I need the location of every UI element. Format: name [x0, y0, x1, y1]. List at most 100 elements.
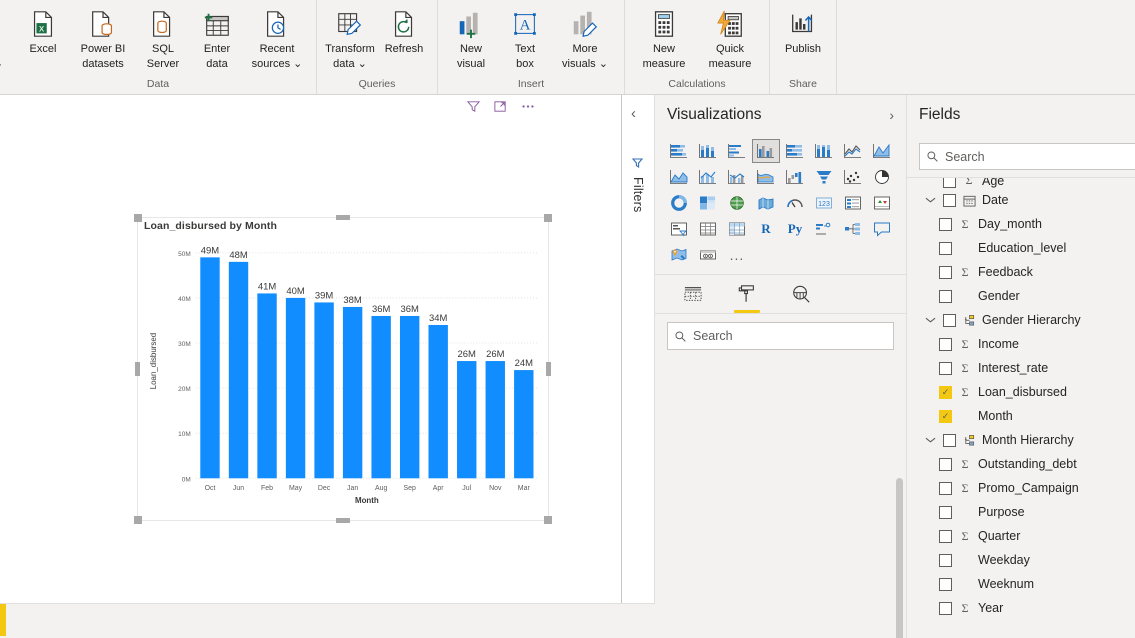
table-icon[interactable] — [694, 217, 722, 241]
kpi-icon[interactable] — [868, 191, 896, 215]
clustered-bar-chart-icon[interactable] — [723, 139, 751, 163]
100-percent-stacked-bar-chart-icon[interactable] — [781, 139, 809, 163]
filled-map-icon[interactable] — [752, 191, 780, 215]
gauge-icon[interactable] — [781, 191, 809, 215]
arcgis-maps-icon[interactable] — [665, 243, 693, 267]
chart-bar[interactable] — [371, 316, 390, 478]
field-row-age[interactable]: ΣAge — [907, 178, 1135, 188]
resize-handle-middle-right[interactable] — [546, 362, 551, 376]
field-row-date[interactable]: Date — [907, 188, 1135, 212]
filters-pane-collapsed[interactable]: ‹ Filters — [622, 95, 655, 603]
ribbon-chart-icon[interactable] — [752, 165, 780, 189]
field-row-day-month[interactable]: ΣDay_month — [907, 212, 1135, 236]
field-checkbox[interactable] — [939, 242, 952, 255]
field-checkbox[interactable] — [943, 314, 956, 327]
field-row-month-hierarchy[interactable]: Month Hierarchy — [907, 428, 1135, 452]
report-canvas[interactable]: Loan_disbursed by Month 0M10M20M30M40M50… — [0, 95, 622, 603]
stacked-area-chart-icon[interactable] — [665, 165, 693, 189]
chart-bar[interactable] — [257, 293, 276, 478]
map-icon[interactable] — [723, 191, 751, 215]
field-checkbox[interactable] — [939, 338, 952, 351]
field-checkbox[interactable] — [939, 290, 952, 303]
fields-search-input[interactable]: Search — [919, 143, 1135, 170]
field-row-loan-disbursed[interactable]: ✓ΣLoan_disbursed — [907, 380, 1135, 404]
field-row-weeknum[interactable]: Weeknum — [907, 572, 1135, 596]
ribbon-button-quick-measure[interactable]: Quickmeasure — [697, 4, 763, 70]
python-visual-icon[interactable]: Py — [781, 217, 809, 241]
field-checkbox[interactable] — [939, 578, 952, 591]
chart-bar[interactable] — [486, 361, 505, 478]
chart-bar[interactable] — [343, 307, 362, 478]
field-checkbox[interactable] — [939, 506, 952, 519]
clustered-column-chart-icon[interactable] — [752, 139, 780, 163]
field-checkbox[interactable]: ✓ — [939, 410, 952, 423]
ribbon-button-excel[interactable]: xExcel — [16, 4, 70, 56]
chevron-down-icon[interactable] — [923, 196, 937, 204]
chart-bar[interactable] — [400, 316, 419, 478]
chart-bar[interactable] — [457, 361, 476, 478]
fields-tab[interactable] — [677, 281, 709, 311]
analytics-tab[interactable] — [785, 281, 817, 311]
ribbon-button-powerbi-datasets[interactable]: Power BIdatasets — [70, 4, 136, 70]
field-checkbox[interactable] — [939, 602, 952, 615]
resize-handle-bottom-left[interactable] — [134, 516, 142, 524]
resize-handle-top-left[interactable] — [134, 214, 142, 222]
field-checkbox[interactable] — [939, 218, 952, 231]
field-row-income[interactable]: ΣIncome — [907, 332, 1135, 356]
chart-bar[interactable] — [429, 325, 448, 478]
chart-bar[interactable] — [286, 298, 305, 478]
field-checkbox[interactable] — [939, 266, 952, 279]
ribbon-button-more-visuals[interactable]: Morevisuals ⌄ — [552, 4, 618, 70]
field-checkbox[interactable] — [939, 482, 952, 495]
chart-bar[interactable] — [314, 302, 333, 478]
ribbon-button-enter-data[interactable]: Enterdata — [190, 4, 244, 70]
field-row-feedback[interactable]: ΣFeedback — [907, 260, 1135, 284]
chart-bar[interactable] — [514, 370, 533, 478]
field-checkbox[interactable] — [943, 434, 956, 447]
chart-bar[interactable] — [229, 262, 248, 478]
field-checkbox[interactable] — [943, 194, 956, 207]
format-tab[interactable] — [731, 281, 763, 311]
field-row-gender[interactable]: Gender — [907, 284, 1135, 308]
field-row-outstanding-debt[interactable]: ΣOutstanding_debt — [907, 452, 1135, 476]
more-visuals-ellipsis-icon[interactable]: ... — [723, 243, 751, 267]
r-script-visual-icon[interactable]: R — [752, 217, 780, 241]
field-checkbox[interactable] — [939, 458, 952, 471]
chevron-down-icon[interactable] — [923, 316, 937, 324]
line-and-stacked-column-chart-icon[interactable] — [694, 165, 722, 189]
ribbon-button-text-box[interactable]: ATextbox — [498, 4, 552, 70]
line-and-clustered-column-chart-icon[interactable] — [723, 165, 751, 189]
column-chart-visual[interactable]: Loan_disbursed by Month 0M10M20M30M40M50… — [137, 217, 549, 521]
ribbon-button-recent-sources[interactable]: Recentsources ⌄ — [244, 4, 310, 70]
field-row-month[interactable]: ✓Month — [907, 404, 1135, 428]
scatter-chart-icon[interactable] — [839, 165, 867, 189]
focus-mode-icon[interactable] — [493, 99, 508, 119]
ribbon-button-transform-data[interactable]: Transformdata ⌄ — [323, 4, 377, 70]
field-checkbox[interactable] — [939, 554, 952, 567]
100-percent-stacked-column-chart-icon[interactable] — [810, 139, 838, 163]
field-row-promo-campaign[interactable]: ΣPromo_Campaign — [907, 476, 1135, 500]
field-row-weekday[interactable]: Weekday — [907, 548, 1135, 572]
waterfall-chart-icon[interactable] — [781, 165, 809, 189]
filter-icon[interactable] — [466, 99, 481, 119]
resize-handle-top-middle[interactable] — [336, 215, 350, 220]
format-search-input[interactable]: Search — [667, 322, 894, 350]
resize-handle-middle-left[interactable] — [135, 362, 140, 376]
field-checkbox[interactable] — [943, 178, 956, 188]
stacked-column-chart-icon[interactable] — [694, 139, 722, 163]
field-row-education-level[interactable]: Education_level — [907, 236, 1135, 260]
field-row-quarter[interactable]: ΣQuarter — [907, 524, 1135, 548]
field-checkbox[interactable] — [939, 530, 952, 543]
donut-chart-icon[interactable] — [665, 191, 693, 215]
chart-bar[interactable] — [200, 257, 219, 478]
ribbon-button-refresh[interactable]: Refresh — [377, 4, 431, 56]
card-icon[interactable]: 123 — [810, 191, 838, 215]
resize-handle-bottom-right[interactable] — [544, 516, 552, 524]
field-row-purpose[interactable]: Purpose — [907, 500, 1135, 524]
resize-handle-bottom-middle[interactable] — [336, 518, 350, 523]
slicer-icon[interactable] — [665, 217, 693, 241]
field-row-interest-rate[interactable]: ΣInterest_rate — [907, 356, 1135, 380]
more-options-icon[interactable] — [520, 99, 536, 119]
ribbon-button-publish[interactable]: Publish — [776, 4, 830, 56]
qna-visual-icon[interactable] — [868, 217, 896, 241]
